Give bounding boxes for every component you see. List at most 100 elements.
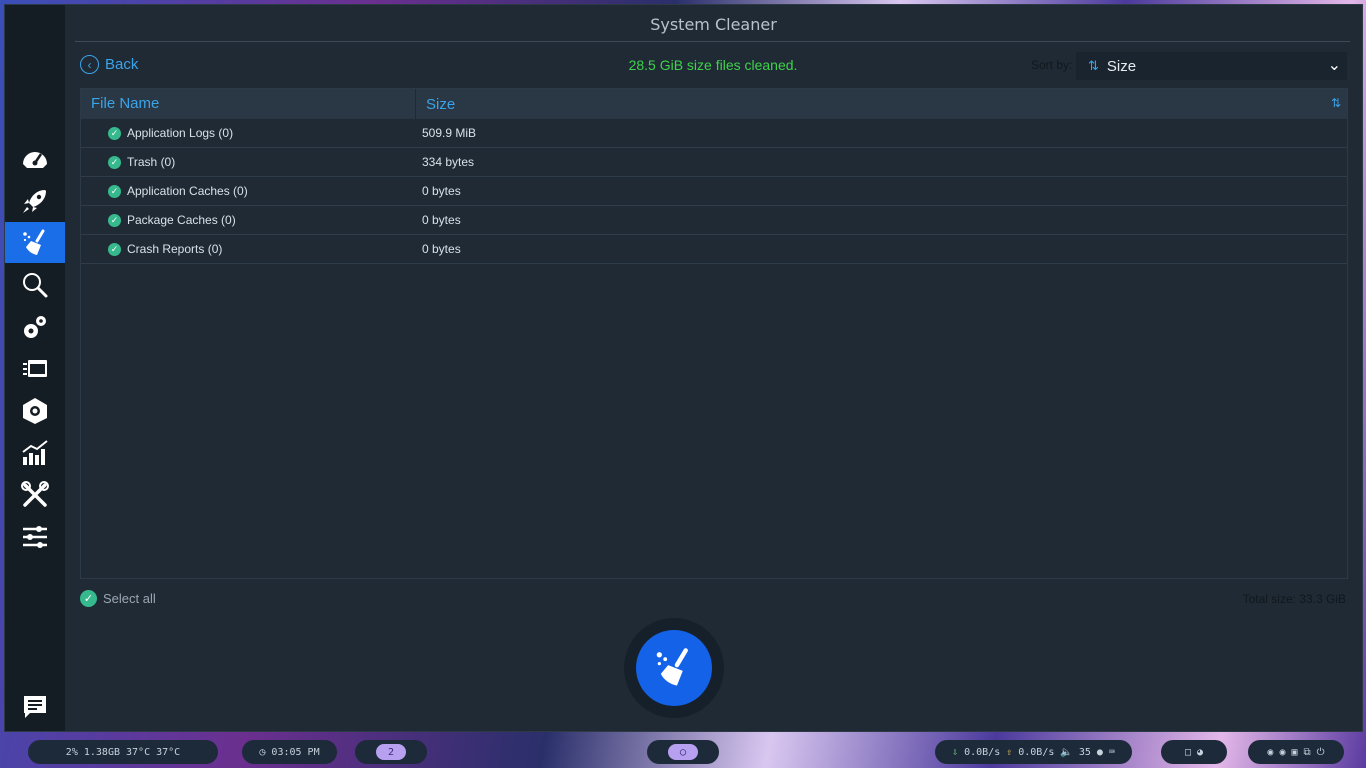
sidebar-item-startup[interactable]: [5, 180, 65, 221]
volume-icon: 🔈: [1060, 746, 1073, 758]
power-icon[interactable]: ⏻: [1317, 747, 1325, 758]
speedometer-icon: [23, 151, 47, 168]
sidebar-item-uninstaller[interactable]: [5, 390, 65, 431]
sidebar-item-processes[interactable]: [5, 348, 65, 389]
column-header-size[interactable]: Size: [416, 96, 455, 113]
workspace-switcher[interactable]: 2: [355, 740, 427, 764]
sidebar-item-resources[interactable]: [5, 432, 65, 473]
file-size: 334 bytes: [422, 155, 475, 169]
rocket-icon: [23, 189, 46, 213]
file-name-cell: ✓ Application Logs (0): [81, 126, 422, 140]
sort-label: Sort by:: [1031, 58, 1073, 72]
table-header: File Name Size ⇅: [81, 89, 1347, 119]
check-icon[interactable]: ✓: [108, 155, 121, 169]
window-icon[interactable]: □: [1185, 747, 1191, 758]
file-name: Application Logs (0): [127, 126, 234, 140]
sliders-icon: [23, 525, 47, 548]
sort-icon: ⇅: [1088, 58, 1099, 73]
file-size: 0 bytes: [422, 184, 461, 198]
file-name: Package Caches (0): [127, 213, 236, 227]
table-row[interactable]: ✓ Application Caches (0) 0 bytes: [81, 177, 1347, 206]
select-all-label: Select all: [103, 591, 156, 606]
clock-text: 03:05 PM: [271, 746, 320, 758]
file-name-cell: ✓ Package Caches (0): [81, 213, 422, 227]
table-row[interactable]: ✓ Package Caches (0) 0 bytes: [81, 206, 1347, 235]
clock-widget[interactable]: ◷ 03:05 PM: [242, 740, 337, 764]
package-icon: [23, 397, 47, 424]
column-header-file-name[interactable]: File Name: [81, 89, 416, 119]
clean-button-ring: [624, 618, 724, 718]
file-size: 509.9 MiB: [422, 126, 477, 140]
net-up: 0.0B/s: [1018, 746, 1055, 758]
system-stats-text: 2% 1.38GB 37°C 37°C: [65, 746, 181, 758]
tray-widget[interactable]: □ ◕: [1161, 740, 1227, 764]
clock-icon: ◷: [259, 746, 266, 758]
broom-icon: [23, 229, 45, 255]
gears-icon: [24, 315, 46, 338]
taskbar: 2% 1.38GB 37°C 37°C ◷ 03:05 PM 2 ◯ ⇩ 0.0…: [0, 737, 1366, 768]
check-icon[interactable]: ✓: [108, 184, 121, 198]
sort-dropdown[interactable]: ⇅ Size ⌄: [1076, 52, 1347, 80]
sidebar-item-search[interactable]: [5, 264, 65, 305]
table-row[interactable]: ✓ Application Logs (0) 509.9 MiB: [81, 119, 1347, 148]
mic-icon: ●: [1096, 746, 1103, 758]
system-stats: 2% 1.38GB 37°C 37°C: [28, 740, 218, 764]
sidebar-item-feedback[interactable]: [5, 686, 65, 727]
screenshot-icon[interactable]: ▣: [1291, 747, 1297, 758]
ghost-icon[interactable]: ◉: [1267, 747, 1273, 758]
file-size: 0 bytes: [422, 242, 461, 256]
file-size: 0 bytes: [422, 213, 461, 227]
results-table: File Name Size ⇅ ✓ Application Logs (0) 50…: [80, 88, 1348, 579]
window-title: System Cleaner: [650, 15, 777, 34]
launcher-widget[interactable]: ◯: [647, 740, 719, 764]
chevron-left-icon: ‹: [80, 55, 99, 74]
sidebar: [5, 5, 65, 731]
power-widget[interactable]: ◉ ◉ ▣ ⧉ ⏻: [1248, 740, 1344, 764]
sidebar-item-services[interactable]: [5, 306, 65, 347]
check-icon[interactable]: ✓: [108, 242, 121, 256]
chat-icon: [24, 695, 46, 718]
file-name: Application Caches (0): [127, 184, 248, 198]
app-window: System Cleaner ‹ Back 28.5 GiB size file…: [4, 4, 1363, 732]
copy-icon[interactable]: ⧉: [1304, 747, 1311, 758]
sidebar-item-cleaner[interactable]: [5, 222, 65, 263]
chevron-down-icon: ⌄: [1327, 57, 1341, 74]
check-icon[interactable]: ✓: [108, 213, 121, 227]
broom-icon: [656, 648, 688, 686]
volume-value: 35: [1078, 746, 1091, 758]
speedometer-tray-icon[interactable]: ◕: [1197, 747, 1203, 758]
file-name-cell: ✓ Trash (0): [81, 155, 422, 169]
tools-icon: [21, 480, 49, 507]
select-all-checkbox[interactable]: ✓ Select all: [80, 590, 156, 607]
sidebar-item-dashboard[interactable]: [5, 138, 65, 179]
sort-value: Size: [1106, 57, 1137, 75]
sidebar-item-helpers[interactable]: [5, 474, 65, 515]
title-divider: [75, 41, 1350, 42]
status-message: 28.5 GiB size files cleaned.: [628, 57, 798, 73]
stack-icon: [23, 359, 47, 377]
net-down: 0.0B/s: [964, 746, 1001, 758]
download-icon: ⇩: [952, 746, 959, 758]
upload-icon: ⇧: [1006, 746, 1013, 758]
table-row[interactable]: ✓ Trash (0) 334 bytes: [81, 148, 1347, 177]
palette-icon[interactable]: ◉: [1279, 747, 1285, 758]
network-widget[interactable]: ⇩ 0.0B/s ⇧ 0.0B/s 🔈 35 ● ⌨: [935, 740, 1132, 764]
magnifier-icon: [23, 272, 48, 297]
file-name-cell: ✓ Crash Reports (0): [81, 242, 422, 256]
file-name: Trash (0): [127, 155, 176, 169]
sort-indicator-icon: ⇅: [1330, 96, 1341, 110]
workspace-indicator[interactable]: 2: [375, 744, 407, 760]
file-name: Crash Reports (0): [127, 242, 223, 256]
check-icon: ✓: [80, 590, 97, 607]
back-label: Back: [105, 56, 139, 73]
check-icon[interactable]: ✓: [108, 126, 121, 140]
keyboard-icon: ⌨: [1108, 746, 1115, 758]
table-row[interactable]: ✓ Crash Reports (0) 0 bytes: [81, 235, 1347, 264]
total-size: Total size: 33.3 GiB: [1242, 592, 1346, 606]
file-name-cell: ✓ Application Caches (0): [81, 184, 422, 198]
launcher-icon[interactable]: ◯: [667, 744, 699, 760]
clean-button[interactable]: [636, 630, 712, 706]
bar-chart-icon: [22, 439, 48, 465]
sidebar-item-settings[interactable]: [5, 516, 65, 557]
back-button[interactable]: ‹ Back: [80, 55, 138, 74]
